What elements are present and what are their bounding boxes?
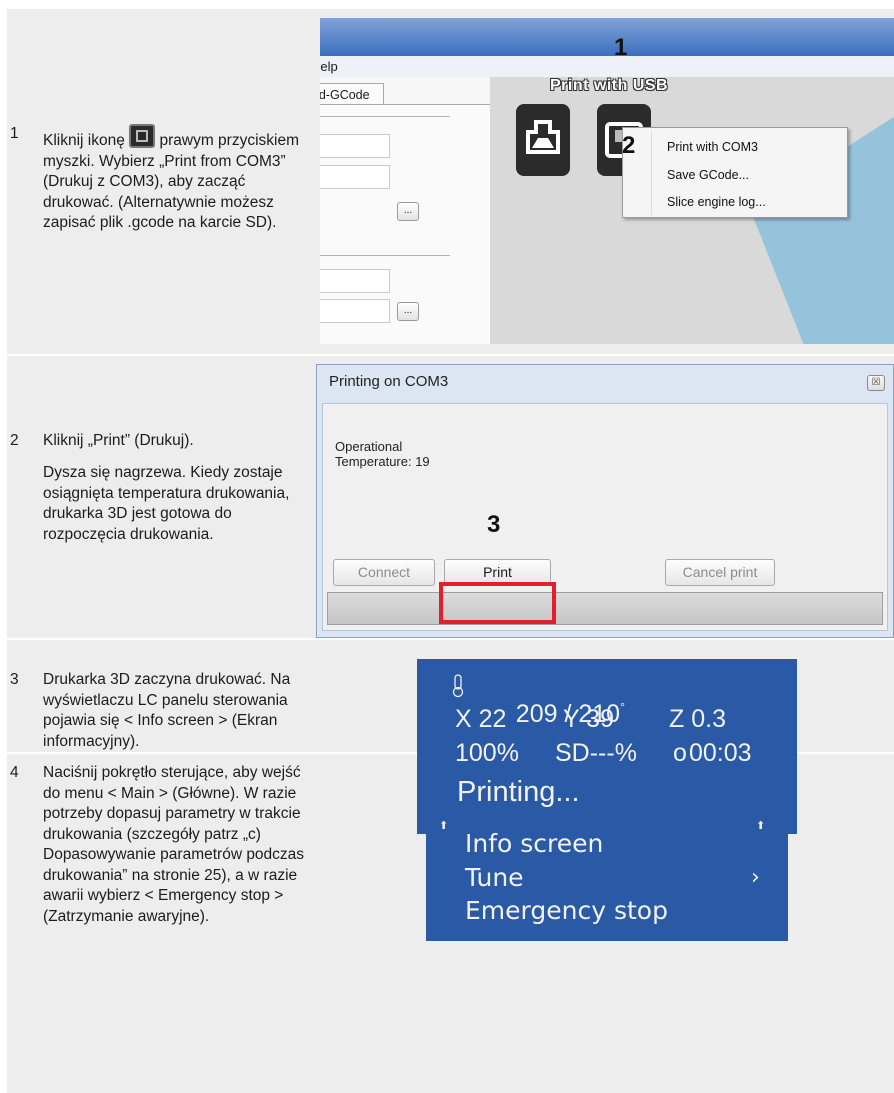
step-number: 4 [10,764,19,781]
printing-status: Printing... [457,776,580,808]
step-text-detail: Dysza się nagrzewa. Kiedy zostaje osiągn… [43,464,290,543]
z-position: Z 0.3 [669,705,726,733]
marker-1: 1 [614,34,628,61]
menu-item-emergency-stop[interactable]: Emergency stop [465,896,668,925]
tab-load-gcode[interactable]: Load-GCode [320,83,384,105]
setting-field[interactable] [320,134,390,158]
load-model-icon[interactable] [516,104,570,176]
sd-progress: SD---% [555,739,637,767]
cura-screenshot: Help Load-GCode ... ... Print with USB [320,18,894,344]
dialog-body: Operational Temperature: 19 Connect Prin… [322,403,888,631]
up-arrow-icon: ⬆ [439,819,449,832]
browse-button[interactable]: ... [397,302,419,321]
step-text: Naciśnij pokrętło sterujące, aby wejść d… [43,764,305,925]
step-number: 2 [10,432,19,449]
step-text: Kliknij ikonę prawym przyciskiem myszki.… [43,124,305,234]
menu-item-info-screen[interactable]: Info screen [465,829,603,858]
progress-bar [327,592,883,625]
status-text: Operational [335,439,403,454]
step-number: 1 [10,125,19,142]
dialog-title: Printing on COM3 [329,373,449,390]
setting-field[interactable] [320,299,390,323]
menu-item-slice-log[interactable]: Slice engine log... [667,195,766,209]
highlight-frame [439,582,556,624]
x-position: X 22 [455,705,507,733]
chevron-right-icon: › [751,865,760,890]
browse-button[interactable]: ... [397,202,419,221]
menu-item-tune[interactable]: Tune [465,863,524,892]
print-icon [129,124,156,148]
menu-bar: Help [320,56,894,77]
setting-field[interactable] [320,269,390,293]
elapsed-time: 00:03 [689,739,752,767]
step-number: 3 [10,671,19,688]
settings-pane: Load-GCode ... ... [320,77,490,344]
clock-icon: o [673,739,687,767]
temperature-text: Temperature: 19 [335,454,430,469]
setting-field[interactable] [320,165,390,189]
thermometer-icon [450,674,466,703]
menu-help[interactable]: Help [320,56,338,77]
divider [320,255,450,256]
divider [320,116,450,117]
context-menu: Print with COM3 Save GCode... Slice engi… [622,127,848,218]
window-titlebar [320,18,894,56]
y-position: Y 39 [563,705,614,733]
up-arrow-icon: ⬆ [756,819,766,832]
tab-content: ... ... [320,104,490,344]
close-button[interactable]: ☒ [867,375,885,391]
marker-3: 3 [487,511,501,538]
print-with-usb-title: Print with USB [550,77,669,94]
speed-percent: 100% [455,739,519,767]
marker-2: 2 [622,132,636,159]
cancel-print-button[interactable]: Cancel print [665,559,775,586]
lcd-info-screen: 209 / 210° X 22 Y 39 Z 0.3 100% SD---% o… [417,659,797,834]
lcd-main-menu: ⬆ ⬆ Info screen Tune › Emergency stop [426,813,788,941]
step-text: Drukarka 3D zaczyna drukować. Na wyświet… [43,671,291,750]
menu-item-save-gcode[interactable]: Save GCode... [667,168,749,182]
connect-button[interactable]: Connect [333,559,435,586]
printing-dialog: Printing on COM3 ☒ Operational Temperatu… [316,364,894,638]
menu-item-print-com3[interactable]: Print with COM3 [667,140,758,154]
step-text: Kliknij „Print” (Drukuj). [43,432,194,449]
